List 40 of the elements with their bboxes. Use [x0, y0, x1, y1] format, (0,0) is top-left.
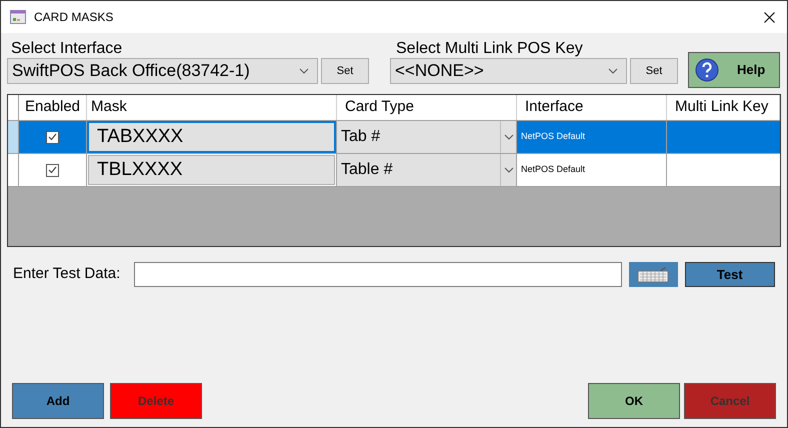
mask-field[interactable]: TABXXXX: [88, 122, 335, 152]
row-header-cell[interactable]: [8, 121, 19, 153]
column-header[interactable]: Enabled: [24, 96, 80, 119]
keyboard-button[interactable]: [628, 262, 678, 287]
add-button[interactable]: Add: [12, 383, 104, 419]
card-type-dropdown[interactable]: Table #: [337, 154, 517, 186]
interface-label: Select Interface: [10, 39, 124, 58]
help-button[interactable]: Help: [688, 52, 780, 88]
window-title: CARD MASKS: [34, 9, 114, 26]
test-data-label: Enter Test Data:: [13, 264, 122, 284]
help-icon: [695, 58, 719, 82]
table-row[interactable]: TABXXXX Tab # NetPOS Default: [8, 121, 780, 154]
chevron-down-icon: [608, 68, 618, 74]
column-header[interactable]: Interface: [525, 96, 584, 119]
mask-field[interactable]: TBLXXXX: [88, 155, 335, 185]
chevron-down-icon: [504, 167, 514, 173]
set-button[interactable]: Set: [321, 58, 369, 84]
column-header[interactable]: Mask: [91, 96, 127, 119]
window-app-icon: [10, 10, 26, 24]
keyboard-icon: [637, 266, 670, 282]
column-header[interactable]: Card Type: [345, 96, 414, 119]
checkbox[interactable]: [46, 130, 59, 144]
ok-button[interactable]: OK: [588, 383, 680, 419]
table-row[interactable]: TBLXXXX Table # NetPOS Default: [8, 154, 780, 187]
chevron-down-icon: [504, 134, 514, 140]
close-icon[interactable]: [764, 12, 775, 22]
test-button[interactable]: Test: [684, 262, 775, 287]
dropdown[interactable]: <<NONE>>: [390, 58, 627, 84]
card-type-dropdown[interactable]: Tab #: [337, 121, 517, 153]
chevron-down-icon: [299, 68, 309, 74]
table-cell-text: NetPOS Default: [521, 130, 586, 144]
checkmark-icon: [48, 166, 57, 174]
column-header[interactable]: Multi Link Key: [675, 96, 768, 119]
set-button[interactable]: Set: [630, 58, 678, 84]
table-cell-text: NetPOS Default: [521, 163, 586, 176]
test-data-field[interactable]: [134, 262, 622, 287]
dropdown[interactable]: SwiftPOS Back Office(83742-1): [7, 58, 318, 84]
multi-link-label: Select Multi Link POS Key: [395, 39, 584, 58]
checkbox[interactable]: [46, 164, 59, 176]
checkmark-icon: [48, 133, 57, 141]
